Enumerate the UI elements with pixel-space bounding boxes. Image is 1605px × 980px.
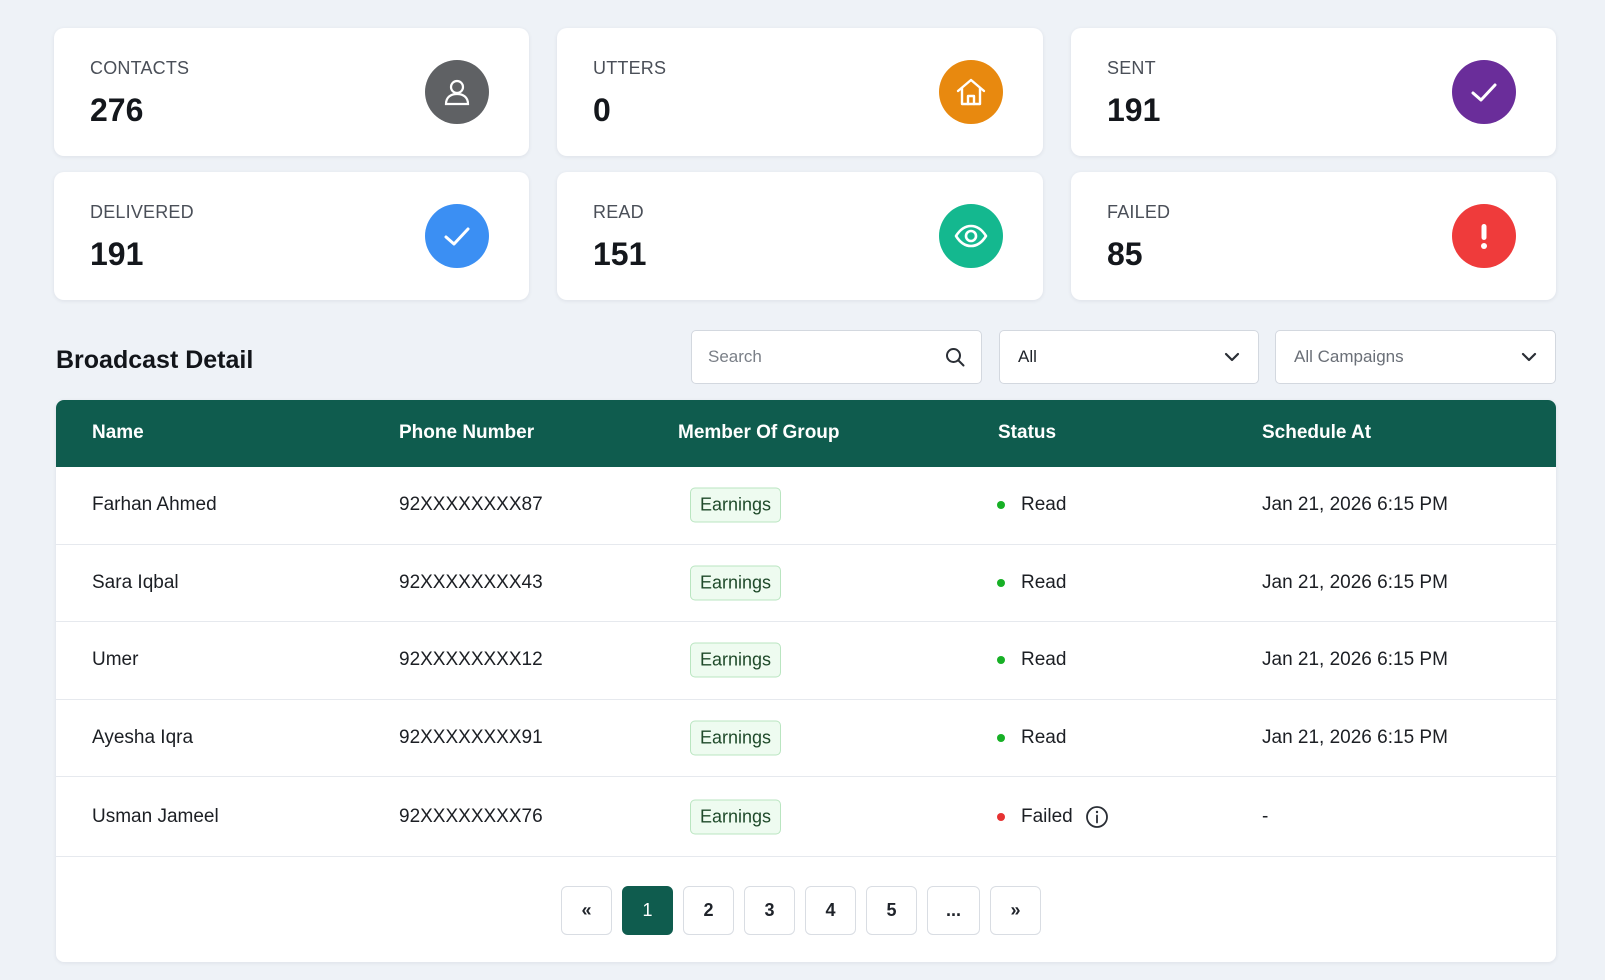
contact-name: Farhan Ahmed <box>92 494 217 516</box>
schedule-time: Jan 21, 2026 6:15 PM <box>1262 494 1448 516</box>
campaign-filter-value: All Campaigns <box>1294 347 1404 366</box>
stat-value: 191 <box>1107 92 1161 128</box>
phone-number: 92XXXXXXXX43 <box>399 571 543 593</box>
contact-name: Sara Iqbal <box>92 571 179 593</box>
status-cell: Read <box>997 494 1066 516</box>
page-ellipsis[interactable]: ... <box>927 886 980 935</box>
status-text: Read <box>1021 726 1067 748</box>
campaign-filter-dropdown[interactable]: All Campaigns <box>1275 330 1556 384</box>
page-button-2[interactable]: 2 <box>683 886 734 935</box>
stat-value: 276 <box>90 92 144 128</box>
home-icon <box>939 60 1003 124</box>
group-cell: Earnings <box>690 565 782 601</box>
table-row[interactable]: Ayesha Iqra 92XXXXXXXX91 Earnings Read J… <box>56 700 1556 777</box>
schedule-time: - <box>1262 805 1269 827</box>
stat-value: 151 <box>593 236 647 272</box>
group-tag: Earnings <box>690 565 782 601</box>
column-header-group[interactable]: Member Of Group <box>678 422 840 444</box>
broadcast-table: Name Phone Number Member Of Group Status… <box>56 400 1556 962</box>
stats-grid: CONTACTS 276 UTTERS 0 SENT 191 DELIVERED… <box>54 28 1556 300</box>
schedule-time: Jan 21, 2026 6:15 PM <box>1262 571 1448 593</box>
search-icon[interactable] <box>945 347 965 372</box>
check-icon <box>1452 60 1516 124</box>
group-cell: Earnings <box>690 799 782 834</box>
stat-label: UTTERS <box>593 58 667 78</box>
group-cell: Earnings <box>690 487 782 523</box>
section-title: Broadcast Detail <box>56 346 254 374</box>
phone-number: 92XXXXXXXX12 <box>399 649 543 671</box>
phone-number: 92XXXXXXXX91 <box>399 726 543 748</box>
status-filter-value: All <box>1018 347 1037 366</box>
search-input[interactable] <box>692 331 981 383</box>
stat-label: SENT <box>1107 58 1156 78</box>
group-tag: Earnings <box>690 720 782 756</box>
user-icon <box>425 60 489 124</box>
stat-label: DELIVERED <box>90 202 194 222</box>
page-button-1[interactable]: 1 <box>622 886 673 935</box>
phone-number: 92XXXXXXXX76 <box>399 805 543 827</box>
stat-value: 191 <box>90 236 144 272</box>
status-dot <box>997 812 1005 821</box>
status-dot <box>997 733 1005 742</box>
group-tag: Earnings <box>690 642 782 678</box>
stat-card-contacts: CONTACTS 276 <box>54 28 529 156</box>
table-row[interactable]: Sara Iqbal 92XXXXXXXX43 Earnings Read Ja… <box>56 545 1556 622</box>
stat-label: READ <box>593 202 644 222</box>
pagination: « 1 2 3 4 5 ... » <box>561 886 1041 935</box>
group-tag: Earnings <box>690 799 782 834</box>
page-button-3[interactable]: 3 <box>744 886 795 935</box>
page-button-4[interactable]: 4 <box>805 886 856 935</box>
dashboard-page: CONTACTS 276 UTTERS 0 SENT 191 DELIVERED… <box>0 0 1605 980</box>
chevron-down-icon <box>1521 347 1537 367</box>
stat-value: 85 <box>1107 236 1143 272</box>
status-cell: Read <box>997 727 1066 749</box>
stat-label: CONTACTS <box>90 58 190 78</box>
stat-card-failed: FAILED 85 <box>1071 172 1556 300</box>
eye-icon <box>939 204 1003 268</box>
stat-card-read: READ 151 <box>557 172 1043 300</box>
group-cell: Earnings <box>690 720 782 756</box>
column-header-phone[interactable]: Phone Number <box>399 422 534 444</box>
status-dot <box>997 578 1005 587</box>
contact-name: Usman Jameel <box>92 805 219 827</box>
table-row[interactable]: Umer 92XXXXXXXX12 Earnings Read Jan 21, … <box>56 622 1556 700</box>
table-header: Name Phone Number Member Of Group Status… <box>56 400 1556 467</box>
stat-value: 0 <box>593 92 611 128</box>
next-page-button[interactable]: » <box>990 886 1041 935</box>
prev-page-button[interactable]: « <box>561 886 612 935</box>
info-icon[interactable] <box>1085 805 1109 829</box>
table-row[interactable]: Usman Jameel 92XXXXXXXX76 Earnings Faile… <box>56 777 1556 857</box>
column-header-status[interactable]: Status <box>998 422 1056 444</box>
group-tag: Earnings <box>690 487 782 523</box>
stat-card-utters: UTTERS 0 <box>557 28 1043 156</box>
status-text: Read <box>1021 571 1067 593</box>
status-cell: Read <box>997 572 1066 594</box>
stat-label: FAILED <box>1107 202 1171 222</box>
exclamation-icon <box>1452 204 1516 268</box>
schedule-time: Jan 21, 2026 6:15 PM <box>1262 649 1448 671</box>
stat-card-sent: SENT 191 <box>1071 28 1556 156</box>
table-row[interactable]: Farhan Ahmed 92XXXXXXXX87 Earnings Read … <box>56 467 1556 545</box>
stat-card-delivered: DELIVERED 191 <box>54 172 529 300</box>
status-dot <box>997 656 1005 665</box>
check-icon <box>425 204 489 268</box>
column-header-schedule[interactable]: Schedule At <box>1262 422 1371 444</box>
schedule-time: Jan 21, 2026 6:15 PM <box>1262 726 1448 748</box>
phone-number: 92XXXXXXXX87 <box>399 494 543 516</box>
status-filter-dropdown[interactable]: All <box>999 330 1259 384</box>
status-text: Read <box>1021 494 1067 516</box>
chevron-down-icon <box>1224 347 1240 367</box>
group-cell: Earnings <box>690 642 782 678</box>
status-dot <box>997 501 1005 510</box>
page-button-5[interactable]: 5 <box>866 886 917 935</box>
contact-name: Ayesha Iqra <box>92 726 194 748</box>
status-text: Read <box>1021 649 1067 671</box>
column-header-name[interactable]: Name <box>92 422 144 444</box>
contact-name: Umer <box>92 649 139 671</box>
search-box <box>691 330 982 384</box>
status-cell: Failed <box>997 805 1109 829</box>
status-text: Failed <box>1021 805 1073 827</box>
status-cell: Read <box>997 649 1066 671</box>
